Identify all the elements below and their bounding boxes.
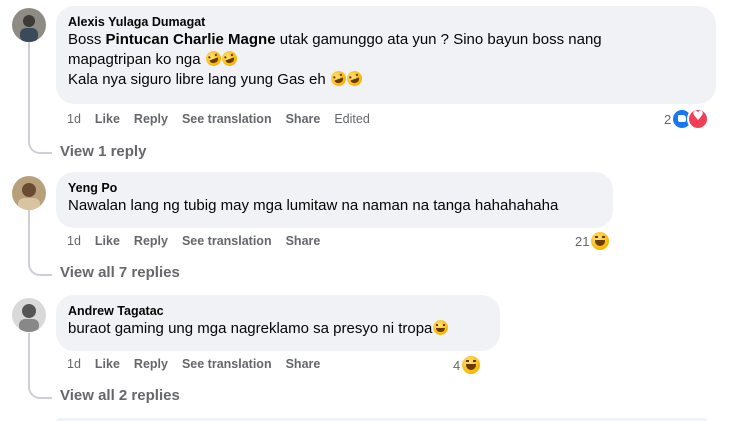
comment-author[interactable]: Andrew Tagatac (68, 303, 486, 319)
comment-author[interactable]: Yeng Po (68, 180, 599, 196)
comment-text: Boss Pintucan Charlie Magne utak gamungg… (68, 31, 602, 48)
rofl-emoji-icon (219, 48, 239, 69)
reply-thread-line (28, 333, 52, 399)
avatar[interactable] (12, 298, 46, 332)
reply-button[interactable]: Reply (134, 233, 168, 249)
share-button[interactable]: Share (286, 233, 321, 249)
like-button[interactable]: Like (95, 356, 120, 372)
reply-thread-line (28, 42, 52, 154)
reply-thread-line (28, 210, 52, 276)
comment-time[interactable]: 1d (67, 111, 81, 127)
comment-actions: 1d Like Reply See translation Share (67, 233, 334, 249)
comment-bubble: Yeng Po Nawalan lang ng tubig may mga lu… (56, 172, 613, 228)
comment-text-line: mapagtripan ko nga (68, 48, 702, 70)
like-button[interactable]: Like (95, 233, 120, 249)
edited-label: Edited (334, 112, 370, 126)
love-reaction-icon (687, 108, 710, 130)
rofl-emoji-icon (344, 68, 364, 89)
rofl-emoji-icon (203, 48, 223, 69)
reaction-summary[interactable]: 2 (664, 108, 710, 130)
comment-actions: 1d Like Reply See translation Share (67, 356, 334, 372)
reaction-count: 2 (664, 111, 672, 127)
like-button[interactable]: Like (95, 111, 120, 127)
mention-link[interactable]: Pintucan Charlie Magne (106, 31, 276, 48)
haha-reaction-icon (589, 230, 612, 252)
avatar[interactable] (12, 176, 46, 210)
haha-reaction-icon (460, 354, 483, 376)
comment-bubble: Andrew Tagatac buraot gaming ung mga nag… (56, 295, 500, 351)
comment-actions: 1d Like Reply See translation Share Edit… (67, 111, 384, 127)
comment-author[interactable]: Alexis Yulaga Dumagat (68, 14, 702, 30)
rofl-emoji-icon (328, 68, 348, 89)
comment-time[interactable]: 1d (67, 233, 81, 249)
see-translation-button[interactable]: See translation (182, 233, 272, 249)
view-replies-link[interactable]: View all 7 replies (60, 264, 180, 281)
reaction-count: 21 (575, 233, 590, 249)
see-translation-button[interactable]: See translation (182, 111, 272, 127)
view-replies-link[interactable]: View all 2 replies (60, 387, 180, 404)
comment-text: Nawalan lang ng tubig may mga lumitaw na… (68, 197, 559, 214)
see-translation-button[interactable]: See translation (182, 356, 272, 372)
share-button[interactable]: Share (286, 356, 321, 372)
view-replies-link[interactable]: View 1 reply (60, 143, 146, 160)
grin-emoji-icon (433, 320, 449, 335)
reaction-count: 4 (453, 357, 461, 373)
comment-time[interactable]: 1d (67, 356, 81, 372)
reply-button[interactable]: Reply (134, 111, 168, 127)
reaction-summary[interactable]: 4 (453, 354, 483, 376)
reaction-summary[interactable]: 21 (575, 230, 612, 252)
share-button[interactable]: Share (286, 111, 321, 127)
comment-bubble: Alexis Yulaga Dumagat Boss Pintucan Char… (56, 6, 716, 104)
comment-text: buraot gaming ung mga nagreklamo sa pres… (68, 319, 486, 339)
avatar[interactable] (12, 8, 46, 42)
reply-button[interactable]: Reply (134, 356, 168, 372)
comment-text-line: Kala nya siguro libre lang yung Gas eh (68, 68, 702, 90)
